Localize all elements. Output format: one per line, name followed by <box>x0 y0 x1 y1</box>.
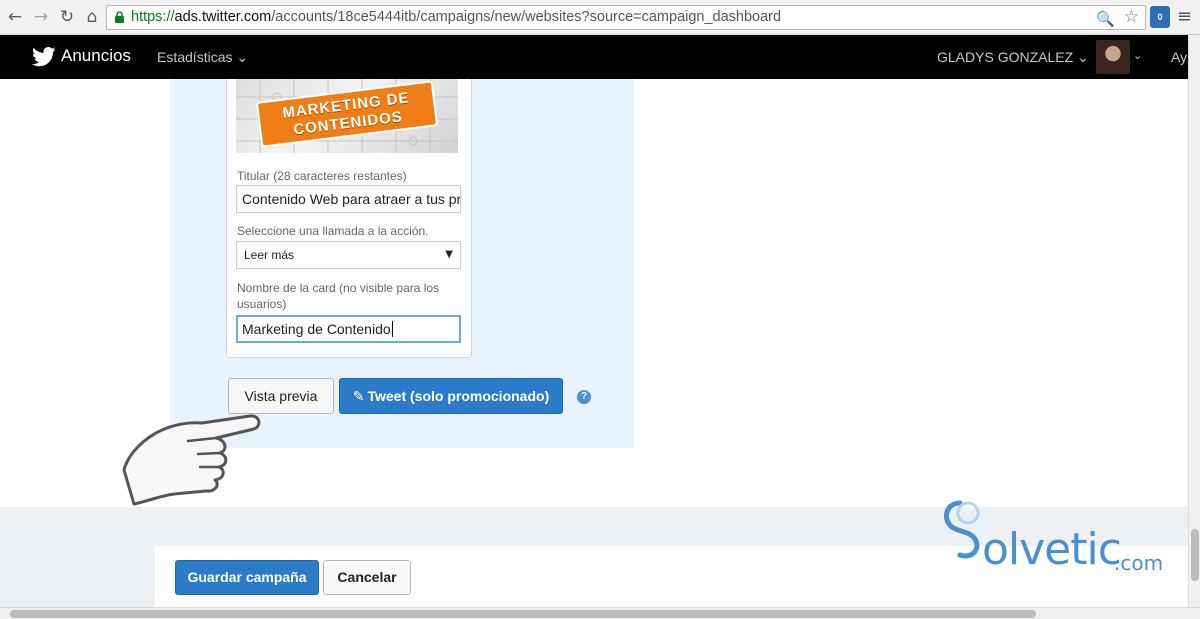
star-icon[interactable]: ☆ <box>1124 6 1139 29</box>
text-cursor <box>391 321 393 337</box>
url-path: /accounts/18ce5444itb/campaigns/new/webs… <box>271 9 782 25</box>
extension-icon[interactable]: 0 <box>1150 6 1170 28</box>
pointing-hand-icon <box>122 414 261 506</box>
card-image[interactable]: MARKETING DE CONTENIDOS <box>236 79 458 153</box>
brand-title[interactable]: Anuncios <box>61 46 131 66</box>
lock-icon <box>115 11 124 23</box>
chevron-down-icon[interactable]: ⌄ <box>1133 49 1142 62</box>
cta-select[interactable]: Leer más ▼ <box>236 241 461 269</box>
back-icon[interactable]: ← <box>4 6 26 28</box>
vertical-scrollbar[interactable] <box>1188 35 1200 607</box>
forward-icon[interactable]: → <box>30 6 52 28</box>
card-name-label-line-2: usuarios) <box>237 297 287 311</box>
watermark-brand: olvetic <box>982 524 1122 575</box>
twitter-bird-icon[interactable] <box>32 47 56 67</box>
card-name-input[interactable]: Marketing de Contenido <box>236 315 461 343</box>
promoted-tweet-button[interactable]: ✎ Tweet (solo promocionado) <box>339 378 563 414</box>
zoom-icon[interactable]: 🔍 <box>1096 8 1115 29</box>
chevron-down-icon: ⌄ <box>236 49 249 65</box>
user-name: GLADYS GONZALEZ <box>937 49 1074 65</box>
page-content: MARKETING DE CONTENIDOS Titular (28 cara… <box>0 79 1188 607</box>
card-name-label-line-1: Nombre de la card (no visible para los <box>237 281 440 295</box>
save-campaign-button[interactable]: Guardar campaña <box>175 560 319 595</box>
avatar[interactable] <box>1096 40 1130 74</box>
cta-selected-value: Leer más <box>244 248 295 262</box>
headline-input[interactable]: Contenido Web para atraer a tus pr <box>236 185 461 213</box>
dropdown-arrow-icon: ▼ <box>445 249 453 260</box>
home-icon[interactable]: ⌂ <box>81 6 103 28</box>
cancel-button[interactable]: Cancelar <box>323 560 411 595</box>
promoted-tweet-label: Tweet (solo promocionado) <box>367 388 550 404</box>
browser-toolbar: ← → ↻ ⌂ https://ads.twitter.com/accounts… <box>0 0 1200 35</box>
horizontal-scrollbar[interactable] <box>0 607 1200 619</box>
help-icon[interactable]: ? <box>577 390 591 404</box>
card-name-value: Marketing de Contenido <box>242 321 391 337</box>
user-menu[interactable]: GLADYS GONZALEZ ⌄ <box>937 49 1089 66</box>
menu-icon[interactable]: ≡ <box>1177 6 1192 27</box>
cta-label: Seleccione una llamada a la acción. <box>237 224 429 238</box>
horizontal-scroll-thumb[interactable] <box>10 610 1036 618</box>
watermark-domain: .com <box>1114 551 1164 575</box>
url-host: ads.twitter.com <box>174 9 272 25</box>
help-menu[interactable]: Ay <box>1171 49 1187 65</box>
reload-icon[interactable]: ↻ <box>56 6 78 28</box>
compose-icon: ✎ <box>352 389 365 405</box>
url-scheme: https:// <box>131 9 175 25</box>
chevron-down-icon: ⌄ <box>1077 49 1089 65</box>
ads-top-nav: Anuncios Estadísticas ⌄ GLADYS GONZALEZ … <box>0 35 1188 79</box>
vertical-scroll-thumb[interactable] <box>1191 529 1199 581</box>
stats-menu[interactable]: Estadísticas ⌄ <box>157 49 248 66</box>
card-name-label: Nombre de la card (no visible para los u… <box>237 280 439 312</box>
stats-menu-label: Estadísticas <box>157 49 233 65</box>
headline-label: Titular (28 caracteres restantes) <box>237 169 407 183</box>
address-bar[interactable]: https://ads.twitter.com/accounts/18ce544… <box>106 5 1146 30</box>
